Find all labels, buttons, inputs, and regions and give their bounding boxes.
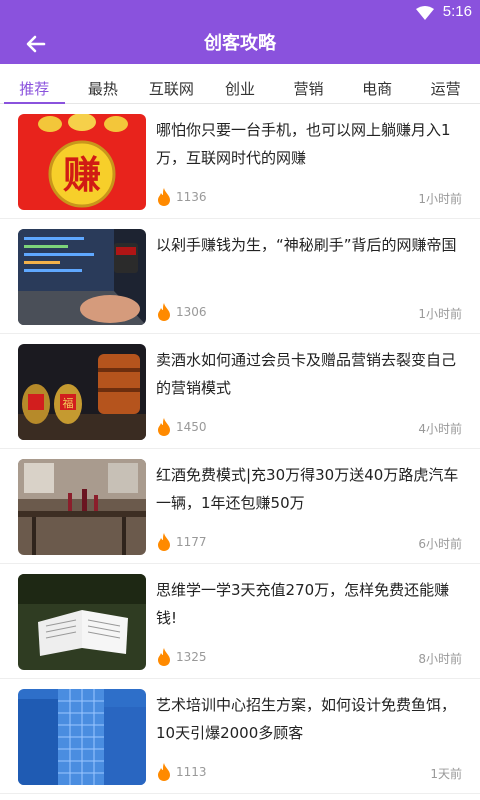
article-time: 1天前 — [430, 767, 462, 781]
wifi-icon — [416, 5, 434, 24]
fire-icon — [158, 418, 170, 436]
status-bar: 5:16 — [0, 0, 480, 24]
category-tabs: 推荐 最热 互联网 创业 营销 电商 运营 — [0, 64, 480, 104]
view-count: 1325 — [176, 650, 207, 664]
tab-label: 电商 — [362, 80, 393, 98]
article-meta: 1306 — [156, 303, 207, 321]
article-time: 6小时前 — [418, 537, 462, 551]
fire-icon — [158, 533, 170, 551]
article-thumbnail: 赚 — [18, 114, 146, 210]
article-title: 思维学一学3天充值270万，怎样免费还能赚钱! — [156, 581, 450, 627]
article-thumbnail — [18, 689, 146, 785]
thumbnail-text: 赚 — [63, 153, 101, 197]
fire-icon — [158, 763, 170, 781]
tab-label: 互联网 — [148, 80, 194, 98]
article-time: 8小时前 — [418, 652, 462, 666]
article-item[interactable]: 福 卖酒水如何通过会员卡及赠品营销去裂变自己的营销模式 1450 4小时前 — [0, 334, 480, 449]
tab-startup[interactable]: 创业 — [206, 64, 275, 104]
tab-operations[interactable]: 运营 — [411, 64, 480, 104]
article-thumbnail: 福 — [18, 344, 146, 440]
tab-label: 最热 — [87, 80, 118, 98]
article-time: 1小时前 — [418, 192, 462, 206]
status-time: 5:16 — [442, 3, 472, 20]
article-item[interactable]: 思维学一学3天充值270万，怎样免费还能赚钱! 1325 8小时前 — [0, 564, 480, 679]
article-item[interactable]: 红酒免费模式|充30万得30万送40万路虎汽车一辆，1年还包赚50万 1177 … — [0, 449, 480, 564]
article-item[interactable]: 艺术培训中心招生方案，如何设计免费鱼饵，10天引爆2000多顾客 1113 1天… — [0, 679, 480, 794]
article-thumbnail — [18, 229, 146, 325]
article-item[interactable]: 以剁手赚钱为生，“神秘刷手”背后的网赚帝国 1306 1小时前 — [0, 219, 480, 334]
article-meta: 1450 — [156, 418, 207, 436]
view-count: 1113 — [176, 765, 207, 779]
article-title: 红酒免费模式|充30万得30万送40万路虎汽车一辆，1年还包赚50万 — [156, 466, 459, 512]
view-count: 1450 — [176, 420, 207, 434]
article-title: 卖酒水如何通过会员卡及赠品营销去裂变自己的营销模式 — [156, 351, 457, 397]
tab-label: 营销 — [293, 80, 324, 98]
tab-marketing[interactable]: 营销 — [274, 64, 343, 104]
article-meta: 1113 — [156, 763, 207, 781]
article-thumbnail — [18, 574, 146, 670]
tab-label: 创业 — [224, 80, 255, 98]
tab-label: 推荐 — [19, 80, 50, 98]
tab-ecommerce[interactable]: 电商 — [343, 64, 412, 104]
article-title: 哪怕你只要一台手机，也可以网上躺赚月入1万，互联网时代的网赚 — [156, 121, 451, 167]
thumbnail-text: 福 — [63, 396, 74, 410]
article-time: 4小时前 — [418, 422, 462, 436]
tab-internet[interactable]: 互联网 — [137, 64, 206, 104]
article-meta: 1177 — [156, 533, 207, 551]
view-count: 1177 — [176, 535, 207, 549]
article-thumbnail — [18, 459, 146, 555]
tab-hottest[interactable]: 最热 — [69, 64, 138, 104]
page-title: 创客攻略 — [204, 33, 276, 54]
tab-label: 运营 — [430, 80, 461, 98]
fire-icon — [158, 188, 170, 206]
view-count: 1306 — [176, 305, 207, 319]
fire-icon — [158, 303, 170, 321]
article-title: 艺术培训中心招生方案，如何设计免费鱼饵，10天引爆2000多顾客 — [156, 696, 457, 742]
article-time: 1小时前 — [418, 307, 462, 321]
article-title: 以剁手赚钱为生，“神秘刷手”背后的网赚帝国 — [156, 236, 457, 254]
app-bar: 创客攻略 — [0, 24, 480, 64]
article-meta: 1325 — [156, 648, 207, 666]
tab-recommend[interactable]: 推荐 — [0, 64, 69, 104]
view-count: 1136 — [176, 190, 207, 204]
article-meta: 1136 — [156, 188, 207, 206]
fire-icon — [158, 648, 170, 666]
article-item[interactable]: 赚 哪怕你只要一台手机，也可以网上躺赚月入1万，互联网时代的网赚 1136 1小… — [0, 104, 480, 219]
article-list: 赚 哪怕你只要一台手机，也可以网上躺赚月入1万，互联网时代的网赚 1136 1小… — [0, 104, 480, 794]
